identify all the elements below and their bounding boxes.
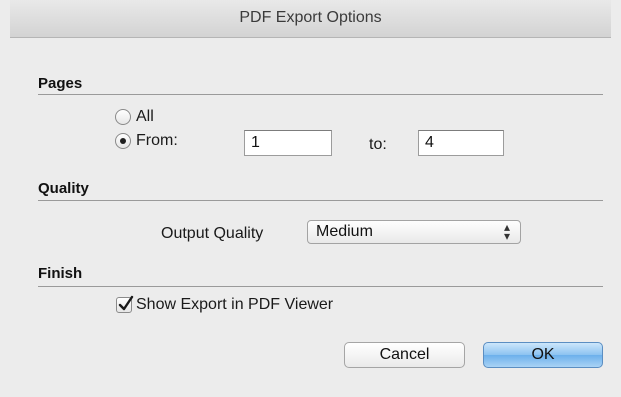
radio-from[interactable]: From:: [115, 132, 178, 150]
pdf-export-options-dialog: PDF Export Options Pages All From: 1 to:…: [0, 0, 621, 397]
pages-section-divider: [38, 94, 603, 95]
ok-button[interactable]: OK: [483, 342, 603, 368]
output-quality-label: Output Quality: [161, 225, 264, 242]
radio-all-button[interactable]: [115, 109, 131, 125]
quality-section-divider: [38, 200, 603, 201]
radio-from-label: From:: [136, 132, 178, 149]
radio-selected-icon[interactable]: [115, 133, 131, 149]
show-export-label: Show Export in PDF Viewer: [136, 296, 334, 313]
dialog-content: Pages All From: 1 to: 4 Quality Output Q…: [10, 38, 611, 388]
output-quality-value: Medium: [316, 223, 373, 240]
title-bar: PDF Export Options: [10, 0, 611, 38]
cancel-button[interactable]: Cancel: [344, 342, 465, 368]
checkmark-icon: [118, 295, 134, 311]
window-title: PDF Export Options: [239, 9, 382, 26]
from-page-field[interactable]: 1: [244, 130, 332, 156]
to-page-field[interactable]: 4: [418, 130, 504, 156]
up-down-chevron-icon: ▴ ▾: [503, 220, 510, 243]
output-quality-select[interactable]: Medium ▴ ▾: [307, 220, 521, 244]
quality-section-heading: Quality: [38, 180, 89, 197]
radio-all[interactable]: All: [115, 108, 154, 126]
finish-section-divider: [38, 286, 603, 287]
show-export-checkbox-row[interactable]: Show Export in PDF Viewer: [116, 295, 334, 314]
radio-all-label: All: [136, 108, 154, 125]
to-label: to:: [369, 136, 387, 153]
show-export-checkbox[interactable]: [116, 295, 134, 313]
pages-section-heading: Pages: [38, 75, 83, 92]
finish-section-heading: Finish: [38, 265, 83, 282]
